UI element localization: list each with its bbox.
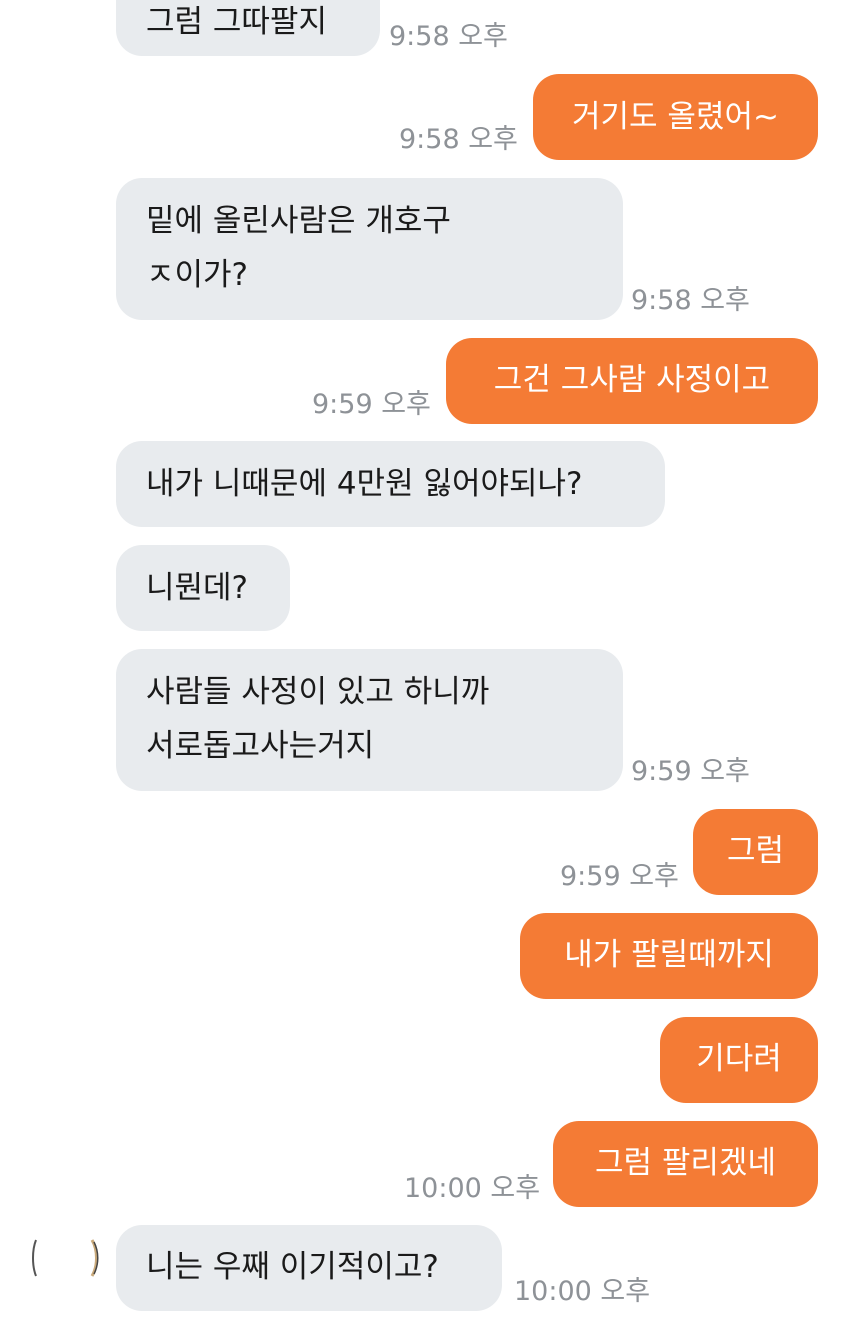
incoming-message-bubble[interactable]: 내가 니때문에 4만원 잃어야되나? [116, 441, 665, 527]
message-timestamp: 9:59 오후 [312, 389, 431, 420]
outgoing-message-bubble[interactable]: 내가 팔릴때까지 [520, 913, 818, 999]
message-text-line: 사람들 사정이 있고 하니까 [146, 674, 490, 710]
message-text: 그럼 그따팔지 [146, 4, 327, 40]
message-text: 그럼 [726, 833, 785, 869]
message-text: 니뭔데? [146, 570, 249, 606]
message-timestamp: 9:58 오후 [399, 124, 518, 155]
incoming-message-bubble[interactable]: 니뭔데? [116, 545, 290, 631]
outgoing-message-bubble[interactable]: 그럼 [693, 809, 818, 895]
message-text-line: 밑에 올린사람은 개호구 [146, 203, 451, 239]
message-text: 그럼 팔리겠네 [595, 1145, 776, 1181]
message-text: 내가 니때문에 4만원 잃어야되나? [146, 466, 583, 502]
message-text: 니는 우째 이기적이고? [146, 1249, 439, 1285]
sender-avatar-icon[interactable] [26, 1236, 106, 1280]
message-text: 내가 팔릴때까지 [564, 937, 774, 973]
message-timestamp: 9:59 오후 [560, 861, 679, 892]
message-text: 기다려 [696, 1041, 782, 1077]
message-timestamp: 10:00 오후 [514, 1276, 651, 1307]
incoming-message-bubble[interactable]: 밑에 올린사람은 개호구 ㅈ이가? [116, 178, 623, 320]
incoming-message-bubble[interactable]: 그럼 그따팔지 [116, 0, 380, 56]
message-timestamp: 9:58 오후 [631, 285, 750, 316]
message-text: 거기도 올렸어~ [572, 99, 779, 135]
message-text-line: ㅈ이가? [146, 257, 249, 293]
incoming-message-bubble[interactable]: 사람들 사정이 있고 하니까 서로돕고사는거지 [116, 649, 623, 791]
message-timestamp: 9:58 오후 [389, 21, 508, 52]
message-timestamp: 10:00 오후 [404, 1173, 541, 1204]
message-text: 그건 그사람 사정이고 [493, 362, 771, 398]
outgoing-message-bubble[interactable]: 그건 그사람 사정이고 [446, 338, 818, 424]
outgoing-message-bubble[interactable]: 거기도 올렸어~ [533, 74, 818, 160]
incoming-message-bubble[interactable]: 니는 우째 이기적이고? [116, 1225, 502, 1311]
message-timestamp: 9:59 오후 [631, 756, 750, 787]
message-text-line: 서로돕고사는거지 [146, 728, 375, 764]
outgoing-message-bubble[interactable]: 그럼 팔리겠네 [553, 1121, 818, 1207]
outgoing-message-bubble[interactable]: 기다려 [660, 1017, 818, 1103]
